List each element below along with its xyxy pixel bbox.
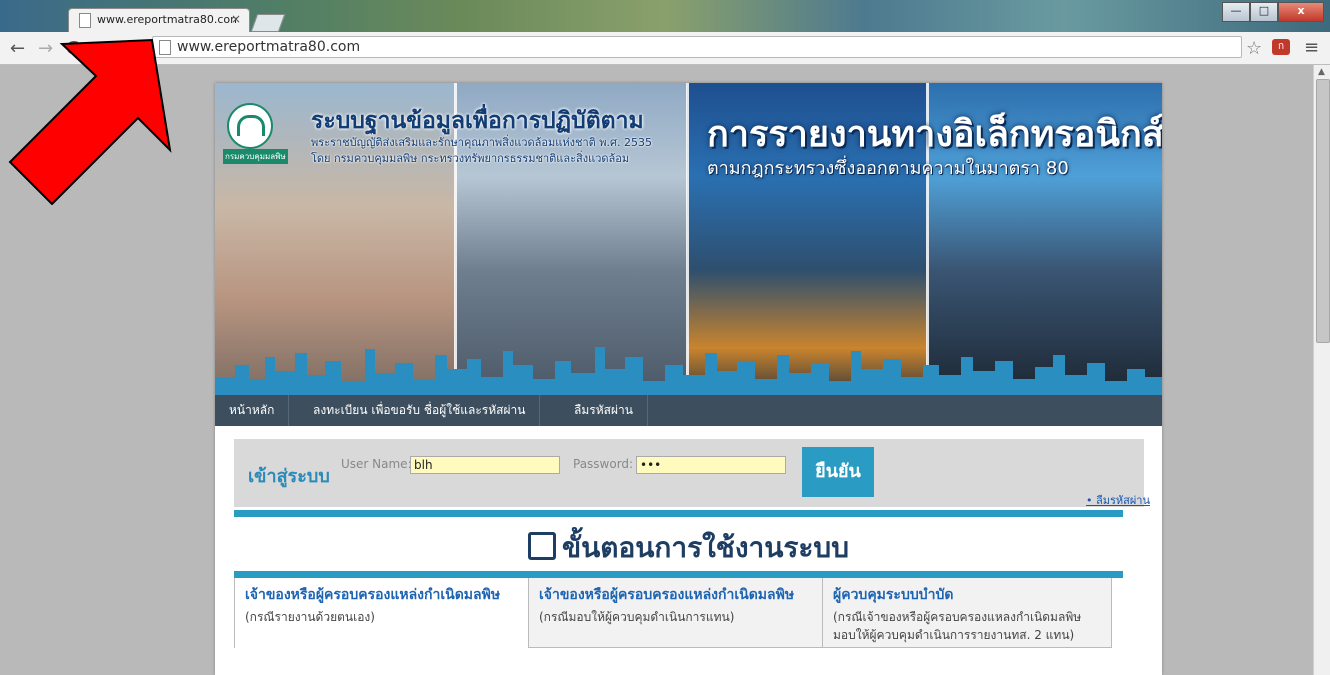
minimize-button[interactable]: —: [1222, 2, 1250, 22]
city-skyline-graphic: [215, 347, 1162, 395]
password-label: Password:: [573, 457, 634, 471]
forward-icon[interactable]: →: [38, 38, 53, 59]
nav-item-register[interactable]: ลงทะเบียน เพื่อขอรับ ชื่อผู้ใช้และรหัสผ่…: [299, 395, 541, 426]
menu-icon[interactable]: ≡: [1304, 37, 1319, 58]
url-text: www.ereportmatra80.com: [177, 39, 361, 55]
step-heading: ผู้ควบคุมระบบบำบัด: [833, 587, 954, 603]
username-input[interactable]: [410, 456, 560, 474]
password-input[interactable]: [636, 456, 786, 474]
bookmark-star-icon[interactable]: ☆: [1246, 38, 1262, 59]
step-subtext: (กรณีมอบให้ผู้ควบคุมดำเนินการแทน): [539, 610, 735, 624]
web-page: กรมควบคุมมลพิษ ระบบฐานข้อมูลเพื่อการปฏิบ…: [215, 83, 1162, 675]
close-window-button[interactable]: x: [1278, 2, 1324, 22]
login-title: เข้าสู่ระบบ: [248, 466, 330, 487]
tab-close-icon[interactable]: ×: [231, 12, 241, 26]
maximize-button[interactable]: □: [1250, 2, 1278, 22]
browser-tab[interactable]: www.ereportmatra80.com ×: [68, 8, 250, 32]
banner-main-subtitle: ตามกฎกระทรวงซึ่งออกตามความในมาตรา 80: [707, 158, 1069, 179]
scroll-up-icon[interactable]: ▲: [1318, 67, 1325, 77]
step-heading: เจ้าของหรือผู้ครอบครองแหล่งกำเนิดมลพิษ: [245, 587, 501, 603]
edit-icon: [528, 532, 556, 560]
page-icon: [79, 13, 91, 28]
step-tab-delegate[interactable]: เจ้าของหรือผู้ครอบครองแหล่งกำเนิดมลพิษ (…: [528, 578, 822, 648]
step-tab-self-report[interactable]: เจ้าของหรือผู้ครอบครองแหล่งกำเนิดมลพิษ (…: [234, 578, 528, 648]
address-bar[interactable]: www.ereportmatra80.com: [152, 36, 1242, 58]
extension-icon[interactable]: ก: [1272, 39, 1290, 55]
step-heading: เจ้าของหรือผู้ครอบครองแหล่งกำเนิดมลพิษ: [539, 587, 795, 603]
window-controls: — □ x: [1222, 2, 1324, 22]
browser-tabstrip: www.ereportmatra80.com × — □ x: [0, 0, 1330, 32]
username-label: User Name:: [341, 457, 412, 471]
step-subtext: (กรณีรายงานด้วยตนเอง): [245, 610, 375, 624]
browser-toolbar: ← → C www.ereportmatra80.com ☆ ก ≡: [0, 32, 1330, 65]
accent-divider: [234, 510, 1123, 517]
logo-caption: กรมควบคุมมลพิษ: [223, 149, 288, 164]
back-icon[interactable]: ←: [10, 38, 25, 59]
nav-item-forgot-password[interactable]: ลืมรหัสผ่าน: [560, 395, 648, 426]
new-tab-button[interactable]: [250, 14, 286, 32]
step-subtext: (กรณีเจ้าของหรือผู้ครอบครองแหลงกำเนิดมลพ…: [833, 610, 1082, 642]
accent-divider: [234, 571, 1123, 578]
steps-heading: ขั้นตอนการใช้งานระบบ: [215, 526, 1162, 570]
page-icon: [159, 40, 171, 55]
reload-icon[interactable]: C: [66, 38, 79, 59]
steps-title-text: ขั้นตอนการใช้งานระบบ: [562, 531, 849, 564]
login-box: เข้าสู่ระบบ User Name: Password: ยืนยัน …: [234, 439, 1150, 507]
pcd-logo: [227, 103, 273, 149]
header-banner: กรมควบคุมมลพิษ ระบบฐานข้อมูลเพื่อการปฏิบ…: [215, 83, 1162, 395]
forgot-password-link[interactable]: • ลืมรหัสผ่าน: [1086, 491, 1150, 509]
vertical-scrollbar[interactable]: ▲: [1313, 65, 1330, 675]
step-tab-controller[interactable]: ผู้ควบคุมระบบบำบัด (กรณีเจ้าของหรือผู้คร…: [822, 578, 1112, 648]
login-submit-button[interactable]: ยืนยัน: [802, 447, 874, 497]
main-nav: หน้าหลัก ลงทะเบียน เพื่อขอรับ ชื่อผู้ใช้…: [215, 395, 1162, 426]
tab-title: www.ereportmatra80.com: [97, 13, 237, 26]
nav-item-home[interactable]: หน้าหลัก: [215, 395, 290, 426]
system-subtitle-dept: โดย กรมควบคุมมลพิษ กระทรวงทรัพยากรธรรมชา…: [311, 152, 630, 165]
scroll-thumb[interactable]: [1316, 79, 1330, 343]
